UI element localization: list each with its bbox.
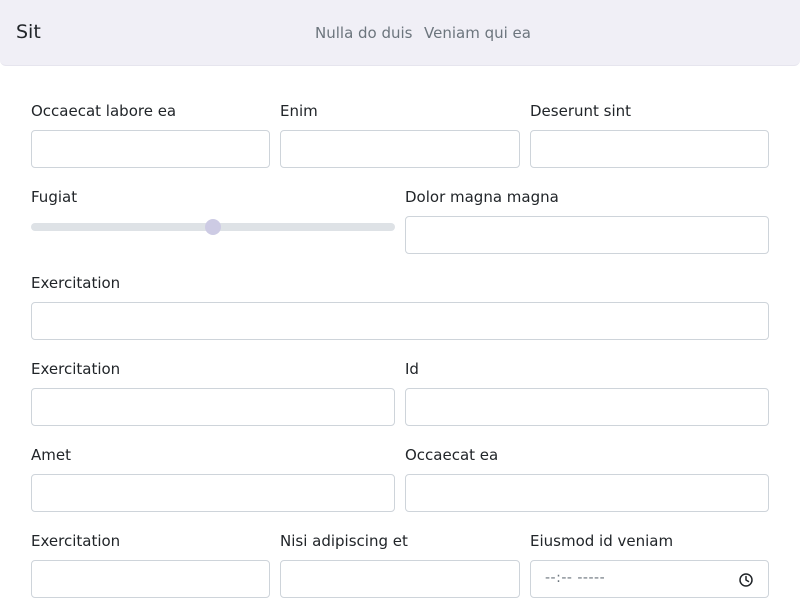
label-exercitation-full: Exercitation: [31, 274, 121, 292]
label-exercitation-third: Exercitation: [31, 532, 121, 550]
navbar-brand[interactable]: Sit: [16, 21, 41, 43]
label-occaecat-ea: Occaecat ea: [405, 446, 499, 464]
input-id[interactable]: [405, 388, 769, 426]
input-exercitation-full[interactable]: [31, 302, 769, 340]
input-exercitation-third[interactable]: [31, 560, 270, 598]
label-eiusmod-id-veniam: Eiusmod id veniam: [530, 532, 674, 550]
input-dolor-magna-magna[interactable]: [405, 216, 769, 254]
label-occaecat-labore-ea: Occaecat labore ea: [31, 102, 177, 120]
nav-link-veniam-qui-ea[interactable]: Veniam qui ea: [424, 24, 531, 42]
label-deserunt-sint: Deserunt sint: [530, 102, 632, 120]
label-nisi-adipiscing-et: Nisi adipiscing et: [280, 532, 408, 550]
input-occaecat-ea[interactable]: [405, 474, 769, 512]
label-enim: Enim: [280, 102, 318, 120]
label-amet: Amet: [31, 446, 71, 464]
input-nisi-adipiscing-et[interactable]: [280, 560, 520, 598]
fugiat-slider-thumb[interactable]: [205, 219, 221, 235]
time-input-eiusmod-id-veniam[interactable]: --:-- -----: [530, 560, 769, 598]
input-amet[interactable]: [31, 474, 395, 512]
label-exercitation-half: Exercitation: [31, 360, 121, 378]
label-fugiat: Fugiat: [31, 188, 78, 206]
input-enim[interactable]: [280, 130, 520, 168]
input-exercitation-half[interactable]: [31, 388, 395, 426]
label-dolor-magna-magna: Dolor magna magna: [405, 188, 559, 206]
clock-icon[interactable]: [738, 572, 754, 588]
input-occaecat-labore-ea[interactable]: [31, 130, 270, 168]
input-deserunt-sint[interactable]: [530, 130, 769, 168]
label-id: Id: [405, 360, 419, 378]
navbar: Sit Nulla do duis Veniam qui ea: [0, 0, 800, 66]
time-placeholder: --:-- -----: [545, 570, 606, 586]
nav-link-nulla-do-duis[interactable]: Nulla do duis: [315, 24, 413, 42]
